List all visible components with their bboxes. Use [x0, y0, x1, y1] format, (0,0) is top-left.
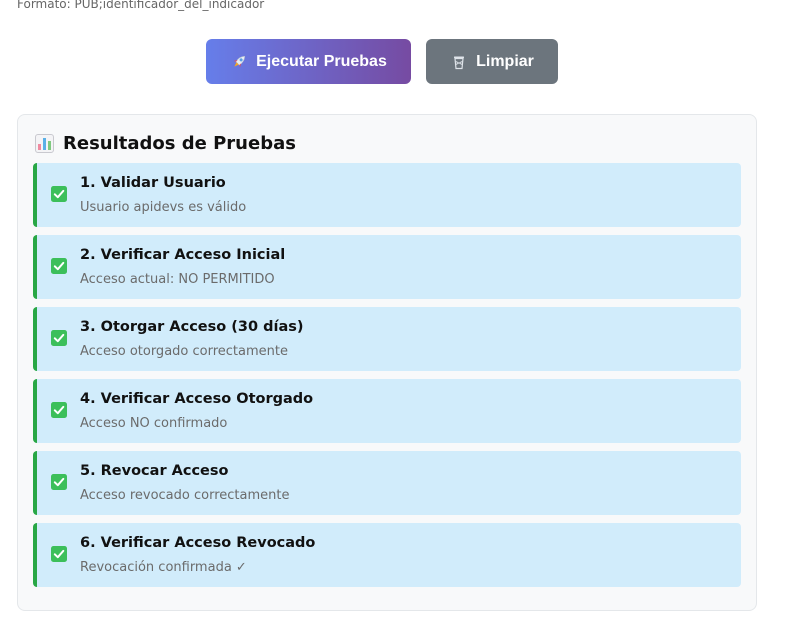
result-detail: Acceso NO confirmado [80, 416, 228, 431]
check-icon [51, 330, 67, 346]
results-heading: Resultados de Pruebas [35, 133, 296, 154]
result-detail: Usuario apidevs es válido [80, 200, 247, 215]
result-item: 6. Verificar Acceso Revocado Revocación … [33, 523, 741, 587]
check-icon [51, 402, 67, 418]
check-icon [51, 474, 67, 490]
clear-label: Limpiar [476, 52, 534, 70]
results-title: Resultados de Pruebas [63, 133, 296, 154]
result-item: 4. Verificar Acceso Otorgado Acceso NO c… [33, 379, 741, 443]
result-detail: Revocación confirmada ✓ [80, 560, 247, 575]
result-detail: Acceso otorgado correctamente [80, 344, 288, 359]
result-title: 1. Validar Usuario [80, 175, 226, 191]
result-detail: Acceso revocado correctamente [80, 488, 290, 503]
run-tests-button[interactable]: Ejecutar Pruebas [206, 39, 411, 84]
run-tests-label: Ejecutar Pruebas [256, 52, 387, 70]
bar-chart-icon [35, 134, 54, 153]
check-icon [51, 546, 67, 562]
clear-button[interactable]: Limpiar [426, 39, 558, 84]
check-icon [51, 186, 67, 202]
result-title: 2. Verificar Acceso Inicial [80, 247, 286, 263]
result-detail: Acceso actual: NO PERMITIDO [80, 272, 275, 287]
result-item: 1. Validar Usuario Usuario apidevs es vá… [33, 163, 741, 227]
check-icon [51, 258, 67, 274]
result-title: 3. Otorgar Acceso (30 días) [80, 319, 304, 335]
result-list: 1. Validar Usuario Usuario apidevs es vá… [33, 163, 741, 595]
result-title: 6. Verificar Acceso Revocado [80, 535, 316, 551]
trash-icon [450, 53, 468, 71]
format-hint: Formato: PUB;identificador_del_indicador [17, 0, 265, 11]
result-item: 5. Revocar Acceso Acceso revocado correc… [33, 451, 741, 515]
result-item: 3. Otorgar Acceso (30 días) Acceso otorg… [33, 307, 741, 371]
result-title: 4. Verificar Acceso Otorgado [80, 391, 314, 407]
rocket-icon [230, 53, 248, 71]
result-title: 5. Revocar Acceso [80, 463, 229, 479]
action-buttons: Ejecutar Pruebas Limpiar [206, 39, 558, 84]
result-item: 2. Verificar Acceso Inicial Acceso actua… [33, 235, 741, 299]
results-panel: Resultados de Pruebas 1. Validar Usuario… [17, 114, 757, 611]
